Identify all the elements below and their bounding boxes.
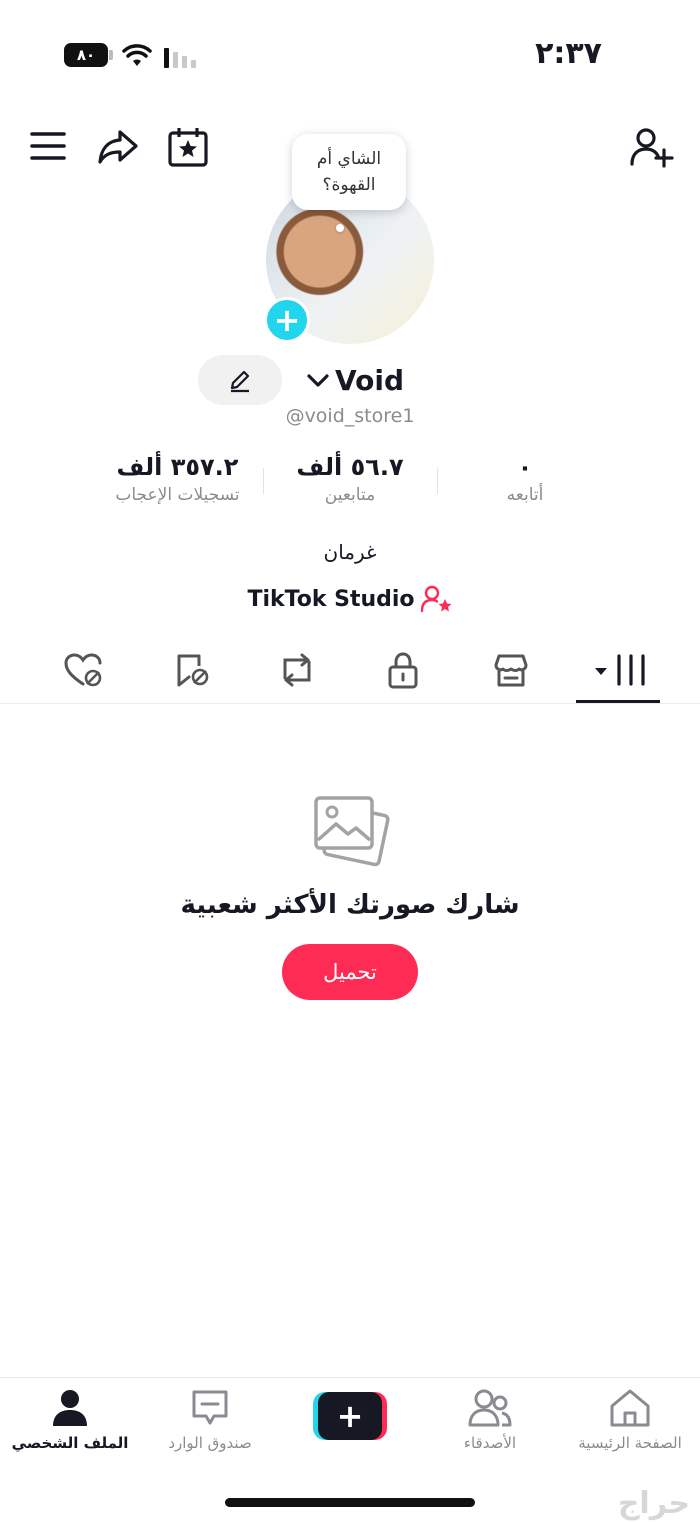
- battery-level: ٨٠: [76, 46, 96, 64]
- repost-icon: [283, 653, 311, 687]
- followers-label: متابعين: [324, 485, 376, 505]
- tab-private[interactable]: [368, 648, 438, 692]
- studio-label: TikTok Studio: [247, 586, 415, 612]
- following-label: أتابعه: [506, 485, 544, 505]
- battery-indicator: ٨٠: [64, 43, 108, 67]
- bubble-line-1: الشاي أم: [316, 149, 382, 169]
- bookmark-hidden-icon: [177, 654, 209, 687]
- profile-name: Void: [335, 363, 405, 397]
- chevron-down-icon: [307, 374, 329, 387]
- followers-value: ٥٦.٧ ألف: [296, 453, 404, 481]
- username-switcher[interactable]: Void: [305, 360, 415, 400]
- nav-inbox[interactable]: صندوق الوارد: [140, 1388, 280, 1452]
- stat-divider: [437, 468, 438, 494]
- nav-home[interactable]: الصفحة الرئيسية: [560, 1388, 700, 1452]
- profile-handle: @void_store1: [285, 405, 415, 427]
- tab-liked[interactable]: [48, 648, 118, 692]
- note-bubble[interactable]: الشاي أم القهوة؟: [292, 134, 406, 210]
- nav-friends-label: الأصدقاء: [463, 1434, 517, 1452]
- add-story-button[interactable]: +: [264, 297, 310, 343]
- friends-icon: [468, 1389, 512, 1427]
- inbox-icon: [192, 1390, 228, 1425]
- tab-posts[interactable]: [584, 648, 654, 692]
- nav-friends[interactable]: الأصدقاء: [420, 1388, 560, 1452]
- stat-divider: [263, 468, 264, 494]
- grid-dropdown-icon: [595, 654, 645, 686]
- wifi-icon: [122, 44, 152, 68]
- tab-active-indicator: [576, 700, 660, 703]
- signal-icon: [164, 46, 200, 68]
- followers-stat[interactable]: ٥٦.٧ ألف متابعين: [265, 453, 435, 505]
- nav-home-label: الصفحة الرئيسية: [578, 1434, 682, 1452]
- studio-icon: [420, 585, 452, 613]
- nav-divider: [0, 1377, 700, 1378]
- nav-profile[interactable]: الملف الشخصي: [0, 1388, 140, 1452]
- tab-shop[interactable]: [476, 648, 546, 692]
- heart-hidden-icon: [64, 653, 102, 687]
- likes-stat[interactable]: ٣٥٧.٢ ألف تسجيلات الإعجاب: [90, 453, 265, 505]
- bubble-tail: [336, 224, 344, 232]
- share-icon[interactable]: [96, 126, 140, 166]
- following-stat[interactable]: ٠ أتابعه: [440, 453, 610, 505]
- photo-stack-icon: [310, 792, 390, 872]
- edit-profile-button[interactable]: [198, 355, 282, 405]
- following-value: ٠: [517, 453, 533, 481]
- pencil-icon: [230, 370, 250, 393]
- home-icon: [610, 1389, 650, 1427]
- tab-saved[interactable]: [156, 648, 226, 692]
- create-button[interactable]: +: [313, 1392, 387, 1440]
- home-indicator[interactable]: [225, 1498, 475, 1507]
- clock: ٢:٣٧: [535, 36, 602, 71]
- add-friend-icon[interactable]: [628, 126, 674, 168]
- lock-icon: [388, 652, 418, 689]
- empty-state-title: شارك صورتك الأكثر شعبية: [180, 890, 520, 920]
- bubble-line-2: القهوة؟: [322, 175, 376, 195]
- tab-divider: [0, 703, 700, 704]
- plus-icon: +: [318, 1392, 382, 1440]
- upload-button[interactable]: تحميل: [282, 944, 418, 1000]
- person-icon: [53, 1390, 87, 1426]
- battery-cap: [109, 50, 113, 60]
- likes-value: ٣٥٧.٢ ألف: [116, 453, 239, 481]
- tab-reposts[interactable]: [262, 648, 332, 692]
- watermark: حراج: [617, 1486, 690, 1521]
- likes-label: تسجيلات الإعجاب: [115, 485, 240, 505]
- menu-icon[interactable]: [28, 128, 68, 164]
- nav-profile-label: الملف الشخصي: [11, 1434, 129, 1452]
- tiktok-studio-link[interactable]: TikTok Studio: [190, 582, 510, 616]
- profile-bio: غرمان: [323, 540, 377, 564]
- calendar-star-icon[interactable]: [166, 126, 210, 168]
- shop-icon: [494, 654, 528, 687]
- plus-icon: +: [273, 301, 301, 339]
- nav-inbox-label: صندوق الوارد: [168, 1434, 252, 1452]
